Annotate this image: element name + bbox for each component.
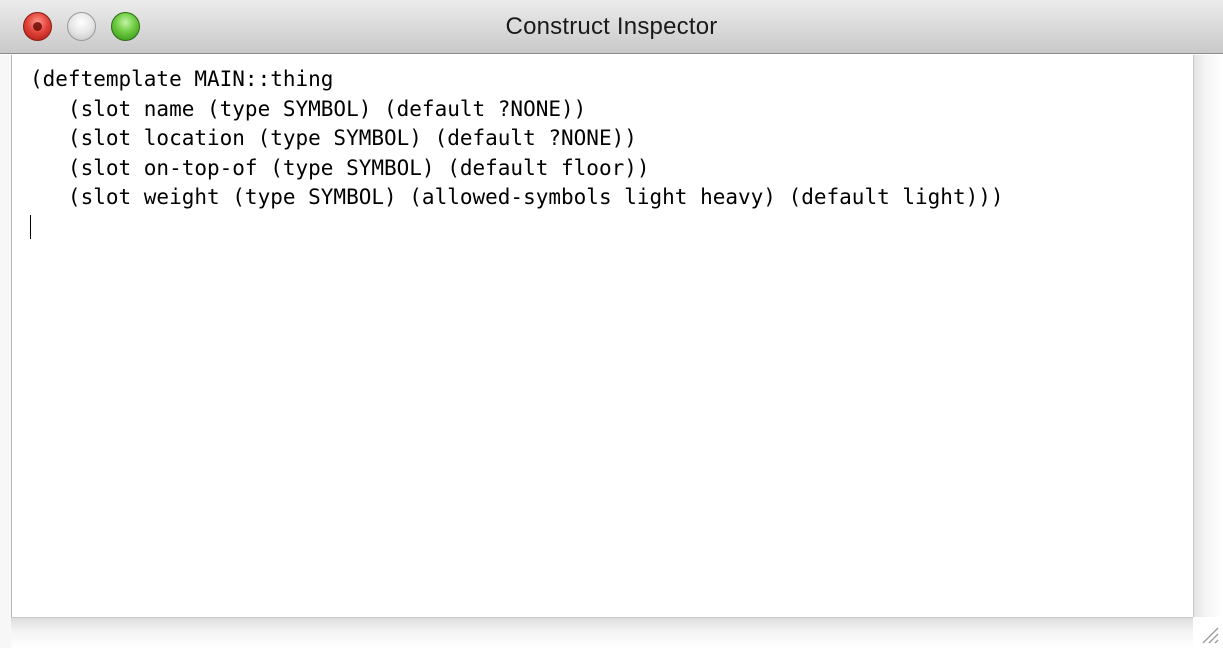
code-line: (slot location (type SYMBOL) (default ?N… (30, 126, 637, 150)
text-caret (30, 214, 31, 239)
code-line: (deftemplate MAIN::thing (30, 67, 334, 91)
horizontal-scrollbar[interactable] (11, 617, 1193, 648)
title-bar[interactable]: Construct Inspector (0, 0, 1223, 54)
code-line: (slot on-top-of (type SYMBOL) (default f… (30, 155, 650, 180)
construct-text-editor[interactable]: (deftemplate MAIN::thing (slot name (typ… (11, 55, 1193, 617)
code-line: (slot name (type SYMBOL) (default ?NONE)… (30, 96, 587, 121)
code-content[interactable]: (deftemplate MAIN::thing (slot name (typ… (12, 55, 1193, 239)
code-line: (slot weight (type SYMBOL) (allowed-symb… (30, 185, 1004, 209)
window-title: Construct Inspector (505, 13, 718, 40)
resize-grip-icon[interactable] (1193, 617, 1223, 648)
construct-inspector-window: Construct Inspector (deftemplate MAIN::t… (0, 0, 1223, 648)
window-left-edge (0, 55, 11, 648)
vertical-scrollbar[interactable] (1193, 55, 1223, 617)
